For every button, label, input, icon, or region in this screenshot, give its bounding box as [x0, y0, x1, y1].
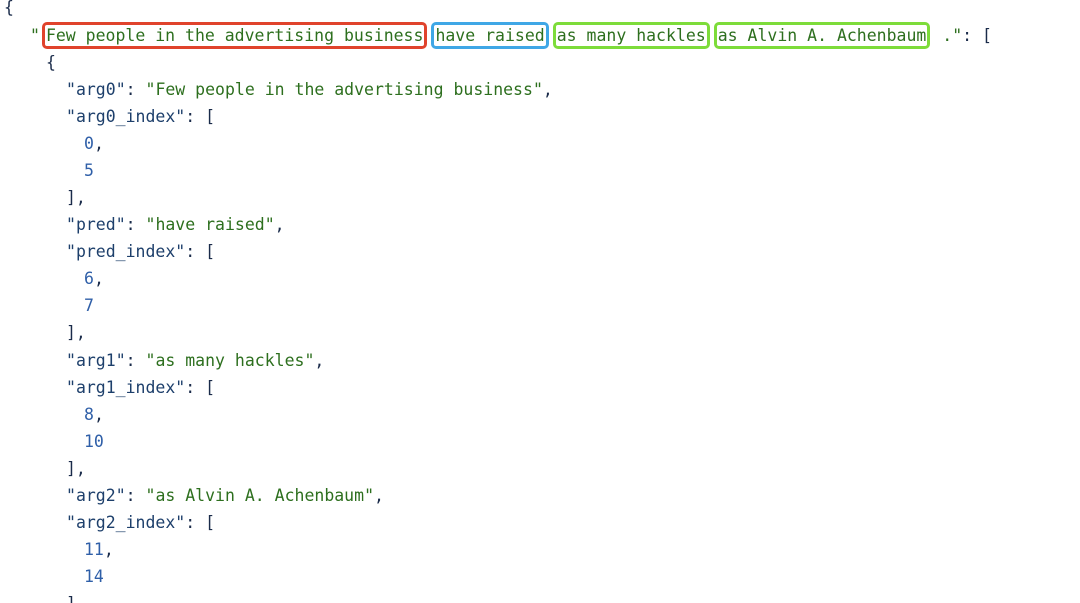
pred-index-line: "pred_index": [	[66, 242, 216, 261]
arg1-index-line: "arg1_index": [	[66, 378, 216, 397]
arg1-index-close: ],	[66, 459, 86, 478]
entry-open-brace: {	[46, 53, 56, 72]
arg1-index-end: 10	[84, 432, 104, 451]
arg2-line: "arg2": "as Alvin A. Achenbaum",	[66, 486, 384, 505]
pred-line: "pred": "have raised",	[66, 215, 285, 234]
arg1-index-start: 8,	[84, 405, 104, 424]
arg1-highlight: as many hackles	[552, 22, 710, 49]
pred-index-start: 6,	[84, 269, 104, 288]
arg2-key: arg2	[75, 486, 116, 505]
arg0-highlight: Few people in the advertising business	[41, 22, 428, 49]
open-brace-line: {	[4, 0, 14, 17]
json-viewer: { " Few people in the advertising busines…	[0, 0, 1080, 603]
arg1-key: arg1	[75, 351, 116, 370]
arg2-index-key: arg2_index	[75, 513, 176, 532]
pred-index-key: pred_index	[75, 242, 176, 261]
arg0-index-close: ],	[66, 188, 86, 207]
arg1-value: as many hackles	[155, 351, 305, 370]
arg2-index-close: ]	[66, 590, 76, 603]
arg2-index-line: "arg2_index": [	[66, 513, 216, 532]
pred-value: have raised	[155, 215, 265, 234]
arg2-index-start: 11,	[84, 540, 114, 559]
sentence-key-line: " Few people in the advertising business h…	[30, 22, 992, 49]
pred-index-end: 7	[84, 296, 94, 315]
arg0-index-start: 0,	[84, 134, 104, 153]
pred-key: pred	[75, 215, 116, 234]
pred-index-close: ],	[66, 323, 86, 342]
arg2-index-end: 14	[84, 567, 104, 586]
pred-highlight: have raised	[431, 22, 549, 49]
arg0-index-key: arg0_index	[75, 107, 176, 126]
arg0-index-end: 5	[84, 161, 94, 180]
arg1-line: "arg1": "as many hackles",	[66, 351, 325, 370]
arg0-value: Few people in the advertising business	[155, 80, 533, 99]
arg0-line: "arg0": "Few people in the advertising b…	[66, 80, 553, 99]
arg1-index-key: arg1_index	[75, 378, 176, 397]
sentence-tail: .	[932, 26, 953, 45]
arg0-key: arg0	[75, 80, 116, 99]
arg0-index-line: "arg0_index": [	[66, 107, 216, 126]
arg2-value: as Alvin A. Achenbaum	[155, 486, 365, 505]
arg2-highlight: as Alvin A. Achenbaum	[713, 22, 931, 49]
